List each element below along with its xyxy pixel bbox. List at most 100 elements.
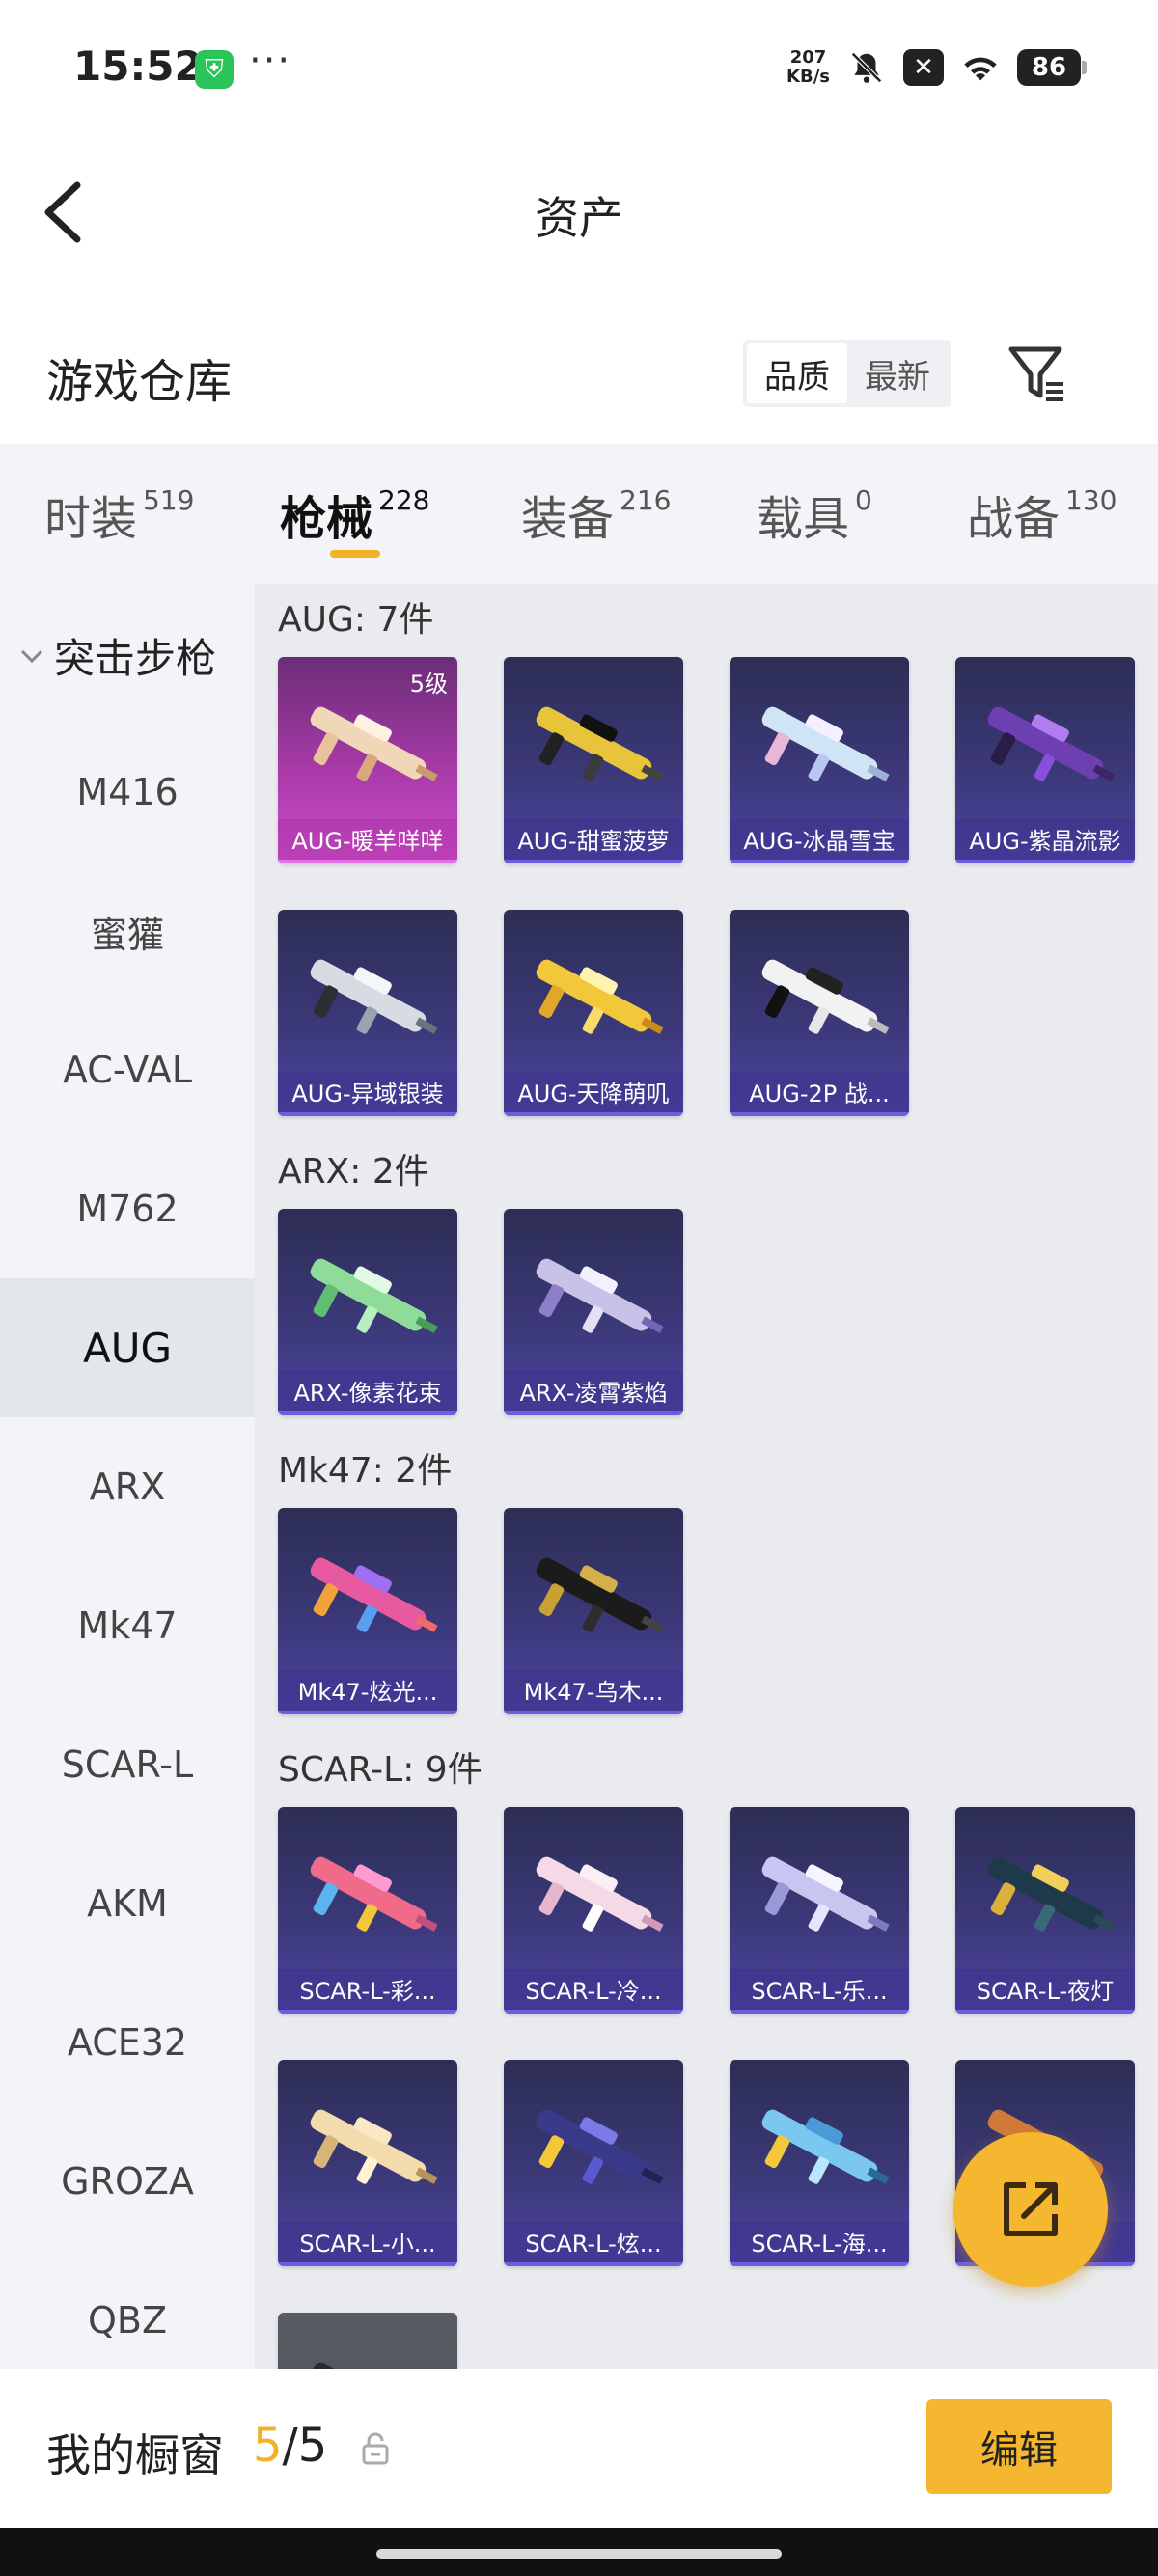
home-indicator[interactable] <box>376 2549 782 2559</box>
skin-card[interactable]: Mk47-乌木... <box>504 1508 683 1714</box>
sidebar-item-honey-badger[interactable]: 蜜獾 <box>0 862 255 1000</box>
skin-card[interactable]: AUG-冰晶雪宝 <box>730 657 909 863</box>
skin-name: SCAR-L-海... <box>730 2222 909 2266</box>
section-title-aug: AUG: 7件 <box>278 600 434 640</box>
skin-card[interactable]: SCAR-L-小... <box>278 2060 457 2266</box>
weapon-sidebar: 突击步枪 M416 蜜獾 AC-VAL M762 AUG ARX Mk47 SC… <box>0 584 255 2369</box>
net-speed-unit: KB/s <box>786 67 830 87</box>
rifle-icon <box>536 1856 664 1932</box>
sidebar-item-m762[interactable]: M762 <box>0 1139 255 1278</box>
skin-card[interactable]: AUG-2P 战... <box>730 910 909 1116</box>
tab-label: 战备 <box>967 492 1061 546</box>
skin-card[interactable]: SCAR-L-彩... <box>278 1807 457 2014</box>
sort-newest-option[interactable]: 最新 <box>847 343 948 403</box>
sidebar-item-akm[interactable]: AKM <box>0 1834 255 1973</box>
weapon-grid: AUG: 7件 5级 AUG-暖羊咩咩 AUG-甜蜜菠萝 AUG-冰晶雪宝 AU… <box>255 584 1158 2369</box>
tab-equipment[interactable]: 装备 216 <box>521 480 671 548</box>
skin-name: SCAR-L-夜灯 <box>955 1969 1135 2014</box>
rifle-icon <box>536 706 664 781</box>
mute-bell-icon <box>847 48 886 87</box>
skin-card[interactable]: AUG-甜蜜菠萝 <box>504 657 683 863</box>
sidebar-item-qbz[interactable]: QBZ <box>0 2251 255 2369</box>
status-bar: 15:52 ⛨ ··· 207 KB/s ✕ 86 <box>0 0 1158 135</box>
rifle-icon <box>987 1856 1116 1932</box>
chevron-down-icon <box>20 649 43 663</box>
skin-card[interactable]: ARX-凌霄紫焰 <box>504 1209 683 1415</box>
sidebar-item-arx[interactable]: ARX <box>0 1417 255 1556</box>
status-icons: 207 KB/s ✕ 86 <box>786 41 1087 95</box>
system-nav-bar <box>0 2528 1158 2576</box>
skin-card[interactable]: AUG-天降萌叽 <box>504 910 683 1116</box>
tab-fashion[interactable]: 时装 519 <box>44 480 194 548</box>
rifle-icon <box>536 2109 664 2184</box>
skin-name: SCAR-L-彩... <box>278 1969 457 2014</box>
skin-card[interactable]: 5级 AUG-暖羊咩咩 <box>278 657 457 863</box>
warehouse-bar: 游戏仓库 品质 最新 <box>0 318 1158 425</box>
category-assault-rifle[interactable]: 突击步枪 <box>19 626 216 685</box>
skin-name: AUG-紫晶流影 <box>955 819 1135 863</box>
section-title-arx: ARX: 2件 <box>278 1152 429 1192</box>
battery-icon: 86 <box>1017 49 1087 86</box>
rifle-icon <box>761 959 890 1034</box>
skin-name: Mk47-乌木... <box>504 1670 683 1714</box>
tab-count: 0 <box>855 484 872 516</box>
share-button[interactable] <box>953 2132 1108 2287</box>
tab-count: 130 <box>1065 484 1117 516</box>
close-box-icon: ✕ <box>903 49 944 86</box>
skin-name: SCAR-L-小... <box>278 2222 457 2266</box>
sidebar-item-m416[interactable]: M416 <box>0 723 255 862</box>
tab-vehicles[interactable]: 载具 0 <box>757 480 872 548</box>
sidebar-item-groza[interactable]: GROZA <box>0 2112 255 2251</box>
rifle-icon <box>310 706 438 781</box>
rifle-icon <box>536 1557 664 1632</box>
skin-card[interactable]: SCAR-L-海... <box>730 2060 909 2266</box>
sidebar-item-scar-l[interactable]: SCAR-L <box>0 1695 255 1834</box>
sidebar-item-mk47[interactable]: Mk47 <box>0 1556 255 1695</box>
skin-card[interactable]: ARX-像素花束 <box>278 1209 457 1415</box>
sidebar-item-ac-val[interactable]: AC-VAL <box>0 1000 255 1139</box>
filter-button[interactable] <box>1004 340 1071 407</box>
rifle-icon <box>310 959 438 1034</box>
section-title-mk47: Mk47: 2件 <box>278 1451 453 1491</box>
tab-firearms[interactable]: 枪械 228 <box>280 480 429 548</box>
showcase-current: 5 <box>253 2419 283 2473</box>
sort-toggle: 品质 最新 <box>743 340 951 407</box>
header: 资产 <box>0 135 1158 280</box>
sidebar-item-aug[interactable]: AUG <box>0 1278 255 1417</box>
skin-name: AUG-异域银装 <box>278 1072 457 1116</box>
skin-card[interactable]: SCAR-L-乐... <box>730 1807 909 2014</box>
skin-name: SCAR-L-乐... <box>730 1969 909 2014</box>
sidebar-item-ace32[interactable]: ACE32 <box>0 1973 255 2112</box>
rifle-icon <box>310 1856 438 1932</box>
rifle-icon <box>310 1557 438 1632</box>
tab-combat-supplies[interactable]: 战备 130 <box>967 480 1117 548</box>
status-time: 15:52 <box>73 42 203 90</box>
skin-name: ARX-像素花束 <box>278 1371 457 1415</box>
warehouse-title: 游戏仓库 <box>46 355 233 409</box>
skin-card[interactable] <box>278 2313 457 2369</box>
showcase-count: 5/5 <box>253 2419 327 2473</box>
rifle-icon <box>310 2109 438 2184</box>
skin-name: SCAR-L-冷... <box>504 1969 683 2014</box>
skin-name: AUG-暖羊咩咩 <box>278 819 457 863</box>
rifle-icon <box>761 706 890 781</box>
skin-card[interactable]: Mk47-炫光... <box>278 1508 457 1714</box>
skin-card[interactable]: AUG-紫晶流影 <box>955 657 1135 863</box>
showcase-total: /5 <box>282 2419 328 2473</box>
showcase-bar: 我的橱窗 5/5 编辑 <box>0 2369 1158 2528</box>
edit-button[interactable]: 编辑 <box>926 2399 1112 2494</box>
filter-icon <box>1008 346 1063 401</box>
tab-count: 216 <box>620 484 672 516</box>
active-tab-indicator <box>330 550 380 558</box>
tab-count: 228 <box>378 484 430 516</box>
skin-name: AUG-甜蜜菠萝 <box>504 819 683 863</box>
sort-quality-option[interactable]: 品质 <box>747 343 847 403</box>
rifle-icon <box>310 1258 438 1333</box>
skin-name: AUG-2P 战... <box>730 1072 909 1116</box>
skin-card[interactable]: SCAR-L-夜灯 <box>955 1807 1135 2014</box>
rifle-icon <box>761 2109 890 2184</box>
unlock-icon <box>362 2432 389 2465</box>
skin-card[interactable]: AUG-异域银装 <box>278 910 457 1116</box>
skin-card[interactable]: SCAR-L-冷... <box>504 1807 683 2014</box>
skin-card[interactable]: SCAR-L-炫... <box>504 2060 683 2266</box>
